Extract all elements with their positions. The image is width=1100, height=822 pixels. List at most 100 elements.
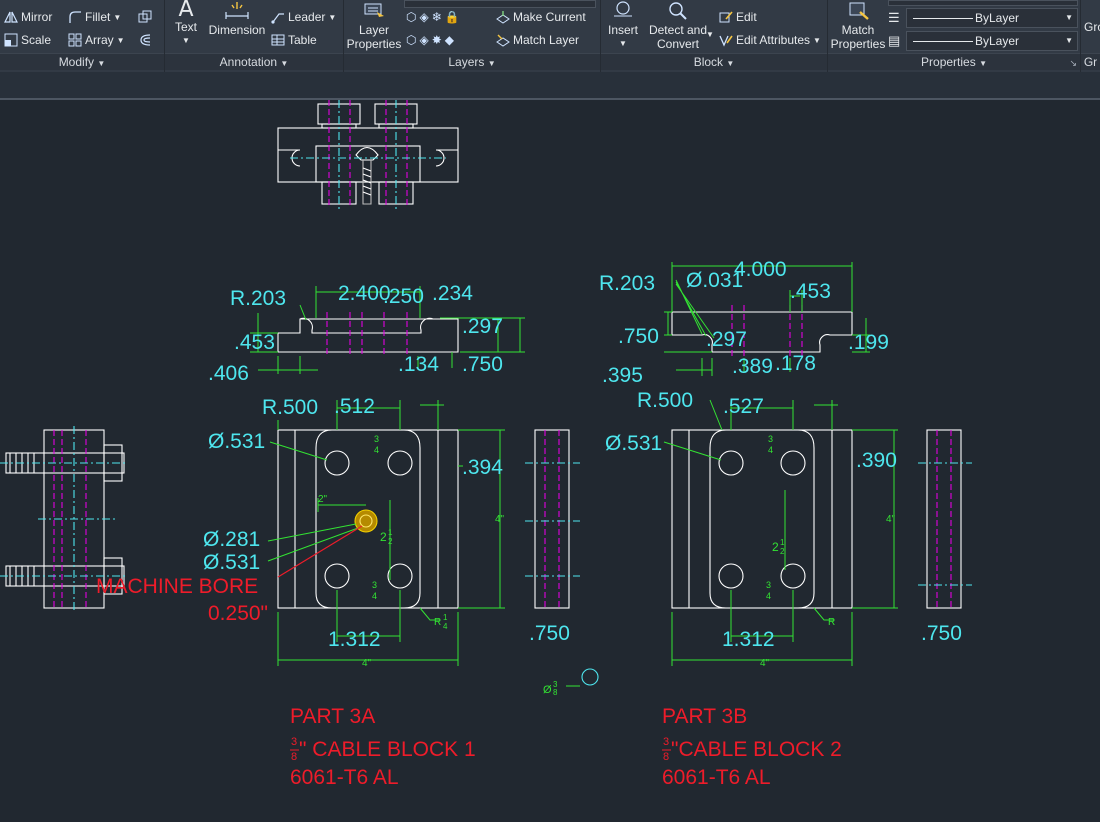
dim-750-b[interactable]: .750 [618,325,659,348]
color-dropdown[interactable] [888,0,1078,6]
misc-dia[interactable]: Ø [543,684,552,696]
layer-lock-icon[interactable]: 🔒 [445,10,460,24]
dim-34-top-num-b[interactable]: 3 [768,434,773,444]
dim-212-num-a[interactable]: 1 [388,528,393,537]
part-a-name[interactable]: " CABLE BLOCK 1 [299,738,476,761]
dim-1312-b[interactable]: 1.312 [722,628,775,651]
dim-r203-a[interactable]: R.203 [230,287,286,310]
make-current-button[interactable]: Make Current [496,10,586,24]
dim-4000-b[interactable]: 4.000 [734,258,787,281]
dim-453-b[interactable]: .453 [790,280,831,303]
match-layer-button[interactable]: Match Layer [496,33,579,47]
detect-convert-button[interactable]: Detect and Convert [645,0,711,51]
scale-button[interactable]: Scale [4,33,51,47]
dim-4in-v-a[interactable]: 4" [495,514,505,525]
dim-34-top-num-a[interactable]: 3 [374,434,379,444]
block-panel-title[interactable]: Block ▼ [601,53,827,70]
drawing-canvas[interactable]: R.203 2.400 .250 .234 .297 .453 .406 .13… [0,100,1100,822]
dim-4in-h-a[interactable]: 4" [362,658,372,669]
dim-178-b[interactable]: .178 [775,352,816,375]
dim-r-den-a[interactable]: 4 [443,622,448,631]
dim-406-a[interactable]: .406 [208,362,249,385]
text-button[interactable]: A Text ▼ [171,0,201,48]
insert-button[interactable]: Insert ▼ [603,0,643,51]
dim-dia531-b[interactable]: Ø.531 [605,432,662,455]
group-button[interactable]: Gro [1084,20,1100,34]
dim-r203-b[interactable]: R.203 [599,272,655,295]
misc-den[interactable]: 8 [553,688,558,697]
dim-4in-v-b[interactable]: 4" [886,514,896,525]
part-b-title[interactable]: PART 3B [662,705,747,728]
chevron-down-icon[interactable]: ▼ [706,30,714,39]
dim-389-b[interactable]: .389 [732,355,773,378]
machine-bore-label[interactable]: MACHINE BORE [96,575,258,598]
dim-250-a[interactable]: .250 [383,285,424,308]
layer-off-icon[interactable]: ◈ [419,10,428,24]
dim-394-a[interactable]: .394 [462,456,503,479]
dim-199-b[interactable]: .199 [848,331,889,354]
part-a-title[interactable]: PART 3A [290,705,375,728]
groups-panel-title[interactable]: Gr [1081,53,1100,70]
match-properties-button[interactable]: Match Properties [830,0,886,51]
dim-234-a[interactable]: .234 [432,282,473,305]
properties-panel-title[interactable]: Properties ▼ [828,53,1080,70]
dim-527-b[interactable]: .527 [723,395,764,418]
dim-34-bot-den-b[interactable]: 4 [766,591,771,601]
leader-button[interactable]: Leader ▼ [271,10,336,24]
dim-4in-h-b[interactable]: 4" [760,658,770,669]
part-a-material[interactable]: 6061-T6 AL [290,766,399,789]
dim-34-top-den-a[interactable]: 4 [374,445,379,455]
dim-r500-a[interactable]: R.500 [262,396,318,419]
dim-453-a[interactable]: .453 [234,331,275,354]
array-button[interactable]: Array ▼ [68,33,125,47]
dim-297-a[interactable]: .297 [462,315,503,338]
dim-212-den-a[interactable]: 2 [388,537,393,546]
linetype-dropdown[interactable]: ByLayer ▼ [906,8,1078,28]
dim-512-a[interactable]: .512 [334,395,375,418]
dim-297-b[interactable]: .297 [706,328,747,351]
part-b-name[interactable]: "CABLE BLOCK 2 [671,738,842,761]
dim-2in-a[interactable]: 2" [318,494,328,505]
layer-walk-icon[interactable]: ◈ [419,33,428,47]
dim-750-a[interactable]: .750 [462,353,503,376]
lineweight-dropdown[interactable]: ByLayer ▼ [906,31,1078,51]
layer-isolate-icon[interactable]: ⬡ [406,10,416,24]
offset-button[interactable] [138,10,152,24]
dim-34-bot-num-a[interactable]: 3 [372,580,377,590]
dim-1312-a[interactable]: 1.312 [328,628,381,651]
dimension-button[interactable]: Dimension [207,0,267,37]
dim-390-b[interactable]: .390 [856,449,897,472]
layer-dropdown[interactable] [404,0,596,8]
dim-r-b[interactable]: R [828,617,835,628]
dialog-launcher-icon[interactable]: ↘ [1069,58,1077,69]
annotation-panel-title[interactable]: Annotation ▼ [165,53,343,70]
dim-r-num-a[interactable]: 1 [443,613,448,622]
dim-134-a[interactable]: .134 [398,353,439,376]
dim-34-bot-num-b[interactable]: 3 [766,580,771,590]
modify-panel-title[interactable]: Modify ▼ [0,53,164,70]
dim-r500-b[interactable]: R.500 [637,389,693,412]
layer-freeze-icon[interactable]: ❄ [432,10,442,24]
part-b-material[interactable]: 6061-T6 AL [662,766,771,789]
dim-dia531-a[interactable]: Ø.531 [208,430,265,453]
layer-previous-icon[interactable]: ⬡ [406,33,416,47]
dim-212-num-b[interactable]: 1 [780,538,785,547]
edit-attributes-button[interactable]: Edit Attributes ▼ [719,33,821,47]
dim-side750-a[interactable]: .750 [529,622,570,645]
dim-r-a[interactable]: R [434,617,441,628]
block-edit-button[interactable]: Edit [719,10,757,24]
dim-212-whole-a[interactable]: 2 [380,530,387,544]
table-button[interactable]: Table [271,33,317,47]
offset-tool-button[interactable] [138,33,152,47]
dim-dia531b-a[interactable]: Ø.531 [203,551,260,574]
layer-unlock-icon[interactable]: ◆ [445,33,454,47]
machine-bore-size[interactable]: 0.250" [208,602,268,625]
dim-212-whole-b[interactable]: 2 [772,540,779,554]
dim-dia281-a[interactable]: Ø.281 [203,528,260,551]
dim-34-top-den-b[interactable]: 4 [768,445,773,455]
dim-395-b[interactable]: .395 [602,364,643,387]
dim-34-bot-den-a[interactable]: 4 [372,591,377,601]
mirror-button[interactable]: Mirror [4,10,52,24]
dim-212-den-b[interactable]: 2 [780,547,785,556]
layers-panel-title[interactable]: Layers ▼ [344,53,600,70]
